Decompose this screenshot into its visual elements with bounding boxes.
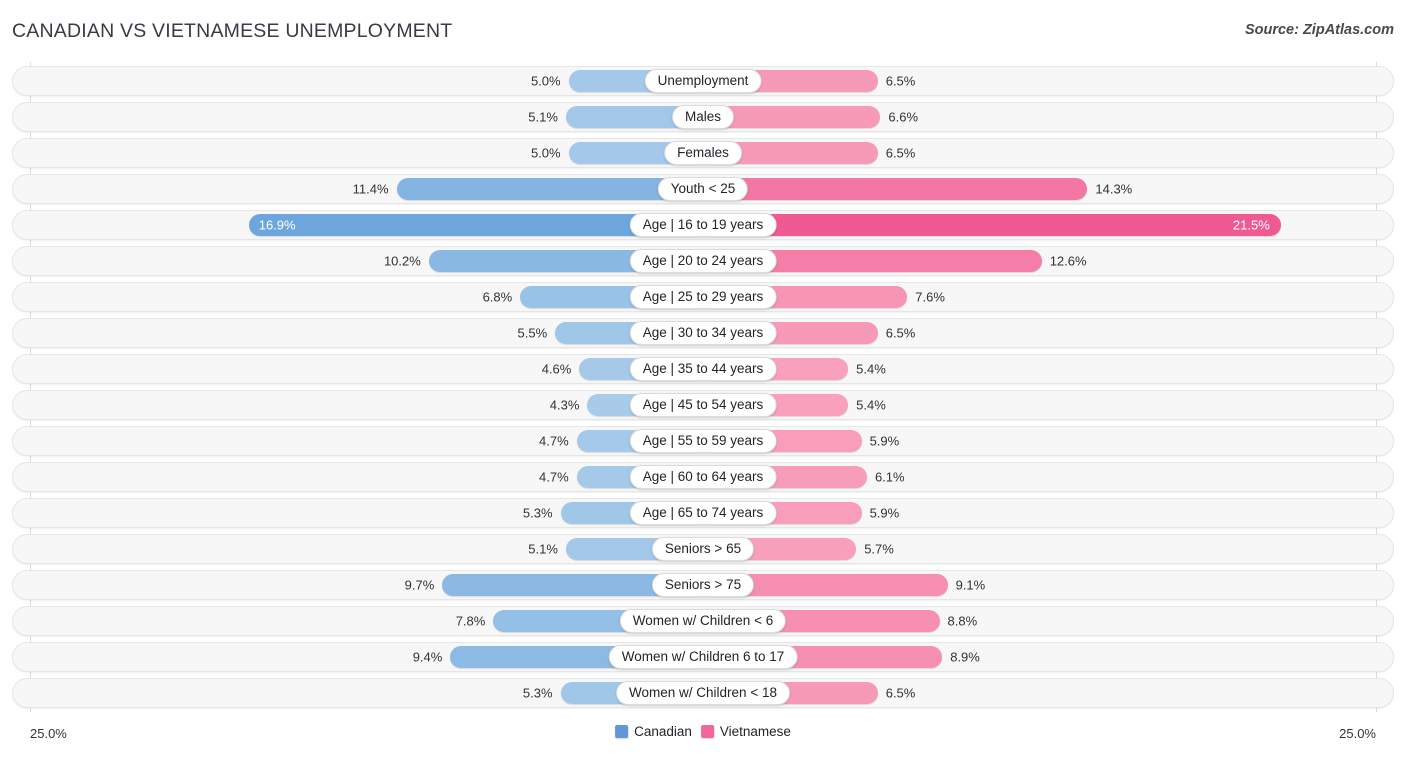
value-label-canadian: 5.0% <box>530 145 561 161</box>
value-label-vietnamese: 6.1% <box>874 469 905 485</box>
row-label-pill[interactable]: Age | 55 to 59 years <box>629 429 777 453</box>
value-label-vietnamese: 6.5% <box>885 685 916 701</box>
axis-max-right: 25.0% <box>1339 726 1376 741</box>
row-label-pill[interactable]: Age | 60 to 64 years <box>629 465 777 489</box>
value-label-canadian: 5.5% <box>517 325 548 341</box>
value-label-vietnamese: 6.5% <box>885 325 916 341</box>
legend-swatch-icon <box>615 725 629 738</box>
row-label-pill[interactable]: Unemployment <box>644 69 762 93</box>
source-label: Source: ZipAtlas.com <box>1244 22 1394 38</box>
table-row[interactable]: 9.7% 9.1% Seniors > 75 <box>12 570 1394 600</box>
row-label-pill[interactable]: Age | 20 to 24 years <box>629 249 777 273</box>
value-label-vietnamese: 14.3% <box>1095 181 1133 197</box>
legend-item[interactable]: Canadian <box>615 724 692 739</box>
row-label-pill[interactable]: Women w/ Children < 6 <box>619 609 787 633</box>
value-label-canadian: 5.0% <box>530 73 561 89</box>
table-row[interactable]: 5.0% 6.5% Females <box>12 138 1394 168</box>
page-title: CANADIAN VS VIETNAMESE UNEMPLOYMENT <box>12 20 453 42</box>
value-label-canadian: 5.3% <box>522 685 553 701</box>
chart-header: CANADIAN VS VIETNAMESE UNEMPLOYMENT Sour… <box>0 0 1406 62</box>
bar-vietnamese[interactable] <box>703 178 1088 200</box>
value-label-vietnamese: 21.5% <box>1232 217 1270 233</box>
value-label-canadian: 11.4% <box>352 181 389 197</box>
axis-max-left: 25.0% <box>30 726 67 741</box>
row-label-pill[interactable]: Women w/ Children < 18 <box>616 681 790 705</box>
table-row[interactable]: 5.5% 6.5% Age | 30 to 34 years <box>12 318 1394 348</box>
table-row[interactable]: 4.6% 5.4% Age | 35 to 44 years <box>12 354 1394 384</box>
row-label-pill[interactable]: Seniors > 65 <box>651 537 755 561</box>
table-row[interactable]: 9.4% 8.9% Women w/ Children 6 to 17 <box>12 642 1394 672</box>
value-label-vietnamese: 5.9% <box>869 433 900 449</box>
table-row[interactable]: 4.3% 5.4% Age | 45 to 54 years <box>12 390 1394 420</box>
row-label-pill[interactable]: Age | 16 to 19 years <box>629 213 777 237</box>
table-row[interactable]: 5.1% 6.6% Males <box>12 102 1394 132</box>
value-label-vietnamese: 6.6% <box>888 109 919 125</box>
chart-footer: 25.0% 25.0% Canadian Vietnamese <box>12 712 1394 754</box>
table-row[interactable]: 5.3% 5.9% Age | 65 to 74 years <box>12 498 1394 528</box>
bar-vietnamese[interactable] <box>703 214 1281 236</box>
value-label-vietnamese: 5.7% <box>864 541 894 557</box>
table-row[interactable]: 4.7% 6.1% Age | 60 to 64 years <box>12 462 1394 492</box>
table-row[interactable]: 6.8% 7.6% Age | 25 to 29 years <box>12 282 1394 312</box>
value-label-canadian: 4.6% <box>541 361 572 377</box>
value-label-vietnamese: 5.4% <box>856 361 886 377</box>
table-row[interactable]: 16.9% 21.5% Age | 16 to 19 years <box>12 210 1394 240</box>
value-label-canadian: 5.1% <box>528 541 558 557</box>
value-label-canadian: 4.7% <box>539 433 569 449</box>
table-row[interactable]: 10.2% 12.6% Age | 20 to 24 years <box>12 246 1394 276</box>
legend-item[interactable]: Vietnamese <box>700 724 791 739</box>
value-label-canadian: 5.3% <box>522 505 553 521</box>
row-label-pill[interactable]: Age | 45 to 54 years <box>629 393 777 417</box>
row-label-pill[interactable]: Age | 30 to 34 years <box>629 321 777 345</box>
table-row[interactable]: 7.8% 8.8% Women w/ Children < 6 <box>12 606 1394 636</box>
row-label-pill[interactable]: Males <box>671 105 735 129</box>
value-label-vietnamese: 7.6% <box>915 289 945 305</box>
value-label-vietnamese: 5.9% <box>869 505 900 521</box>
value-label-vietnamese: 8.8% <box>947 613 978 629</box>
legend-label: Canadian <box>634 724 692 739</box>
legend-label: Vietnamese <box>719 724 791 739</box>
value-label-vietnamese: 5.4% <box>856 397 886 413</box>
table-row[interactable]: 5.1% 5.7% Seniors > 65 <box>12 534 1394 564</box>
value-label-canadian: 4.7% <box>539 469 569 485</box>
row-label-pill[interactable]: Age | 25 to 29 years <box>629 285 777 309</box>
table-row[interactable]: 5.3% 6.5% Women w/ Children < 18 <box>12 678 1394 708</box>
table-row[interactable]: 11.4% 14.3% Youth < 25 <box>12 174 1394 204</box>
row-label-pill[interactable]: Age | 65 to 74 years <box>629 501 777 525</box>
chart-plot-area: 5.0% 6.5% Unemployment 5.1% 6.6% Males 5.0% 6.5… <box>12 62 1394 712</box>
row-label-pill[interactable]: Women w/ Children 6 to 17 <box>608 645 798 669</box>
row-label-pill[interactable]: Youth < 25 <box>657 177 749 201</box>
value-label-canadian: 4.3% <box>549 397 580 413</box>
value-label-canadian: 6.8% <box>482 289 513 305</box>
value-label-canadian: 7.8% <box>455 613 486 629</box>
value-label-canadian: 9.4% <box>412 649 443 665</box>
value-label-vietnamese: 8.9% <box>950 649 980 665</box>
chart-legend: Canadian Vietnamese <box>615 724 791 739</box>
value-label-canadian: 10.2% <box>383 253 421 269</box>
value-label-vietnamese: 6.5% <box>885 145 916 161</box>
row-label-pill[interactable]: Age | 35 to 44 years <box>629 357 777 381</box>
value-label-canadian: 16.9% <box>258 217 296 233</box>
value-label-vietnamese: 6.5% <box>885 73 916 89</box>
row-label-pill[interactable]: Females <box>664 141 742 165</box>
value-label-vietnamese: 12.6% <box>1049 253 1087 269</box>
table-row[interactable]: 5.0% 6.5% Unemployment <box>12 66 1394 96</box>
value-label-vietnamese: 9.1% <box>955 577 986 593</box>
row-label-pill[interactable]: Seniors > 75 <box>651 573 755 597</box>
table-row[interactable]: 4.7% 5.9% Age | 55 to 59 years <box>12 426 1394 456</box>
chart-rows: 5.0% 6.5% Unemployment 5.1% 6.6% Males 5.0% 6.5… <box>12 62 1394 708</box>
legend-swatch-icon <box>700 725 714 738</box>
value-label-canadian: 5.1% <box>528 109 558 125</box>
value-label-canadian: 9.7% <box>404 577 435 593</box>
